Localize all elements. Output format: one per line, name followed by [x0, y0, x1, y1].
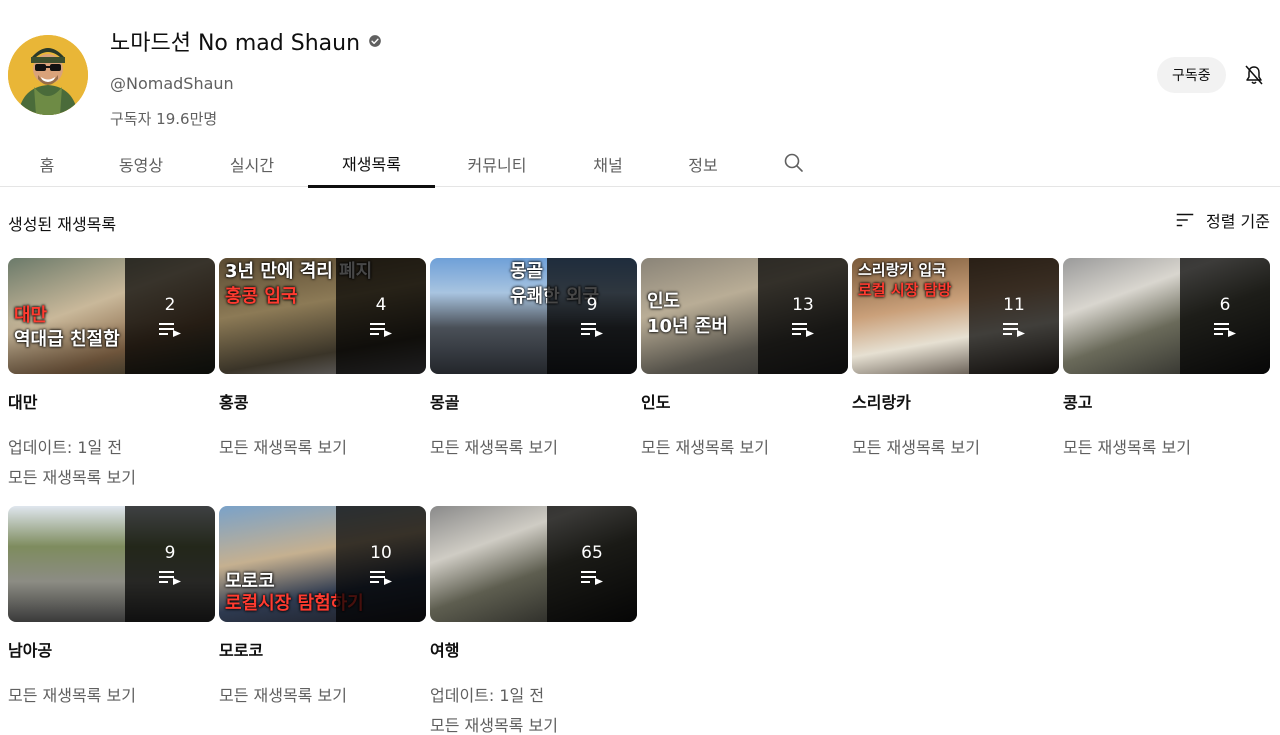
playlist-card-hongkong[interactable]: 3년 만에 격리 폐지 홍콩 입국 4 홍콩 모든 재생목록 보기: [219, 258, 426, 463]
playlist-card-mongolia[interactable]: 몽골 유쾌한 외국 9 몽골 모든 재생목록 보기: [430, 258, 637, 463]
playlist-icon: [159, 571, 181, 585]
playlist-thumbnail[interactable]: 대만 역대급 친절함 2: [8, 258, 215, 374]
playlist-thumbnail[interactable]: 6: [1063, 258, 1270, 374]
view-full-playlist-link[interactable]: 모든 재생목록 보기: [430, 433, 637, 463]
playlist-title[interactable]: 여행: [430, 637, 637, 661]
playlist-title[interactable]: 인도: [641, 389, 848, 413]
view-full-playlist-link[interactable]: 모든 재생목록 보기: [641, 433, 848, 463]
thumb-caption-line2: 홍콩 입국: [225, 286, 298, 307]
video-count: 6: [1219, 295, 1231, 315]
view-full-playlist-link[interactable]: 모든 재생목록 보기: [1063, 433, 1270, 463]
playlist-updated: 업데이트: 1일 전: [430, 686, 545, 705]
playlist-card-srilanka[interactable]: 스리랑카 입국 로컬 시장 탐방 11 스리랑카 모든 재생목록 보기: [852, 258, 1059, 463]
playlist-thumbnail[interactable]: 스리랑카 입국 로컬 시장 탐방 11: [852, 258, 1059, 374]
playlist-count-overlay: 9: [125, 506, 215, 622]
tab-channels[interactable]: 채널: [582, 140, 634, 187]
playlist-count-overlay: 13: [758, 258, 848, 374]
playlist-count-overlay: 11: [969, 258, 1059, 374]
playlist-icon: [581, 571, 603, 585]
tab-videos[interactable]: 동영상: [106, 140, 176, 187]
playlist-title[interactable]: 콩고: [1063, 389, 1270, 413]
playlist-thumbnail[interactable]: 모로코 로컬시장 탐험하기 10: [219, 506, 426, 622]
playlist-title[interactable]: 남아공: [8, 637, 215, 661]
thumb-caption-line1: 스리랑카 입국: [858, 261, 947, 279]
playlist-card-congo[interactable]: 6 콩고 모든 재생목록 보기: [1063, 258, 1270, 463]
bell-off-icon[interactable]: [1242, 63, 1266, 87]
playlist-card-morocco[interactable]: 모로코 로컬시장 탐험하기 10 모로코 모든 재생목록 보기: [219, 506, 426, 711]
playlist-count-overlay: 9: [547, 258, 637, 374]
section-title: 생성된 재생목록: [8, 215, 117, 234]
playlist-icon: [1003, 323, 1025, 337]
view-full-playlist-link[interactable]: 모든 재생목록 보기: [219, 681, 426, 711]
playlist-card-india[interactable]: 인도 10년 존버 13 인도 모든 재생목록 보기: [641, 258, 848, 463]
playlist-icon: [159, 323, 181, 337]
tab-community[interactable]: 커뮤니티: [456, 140, 538, 187]
subscribed-button[interactable]: 구독중: [1157, 57, 1226, 93]
playlist-thumbnail[interactable]: 65: [430, 506, 637, 622]
playlist-thumbnail[interactable]: 인도 10년 존버 13: [641, 258, 848, 374]
playlist-card-travel[interactable]: 65 여행 업데이트: 1일 전 모든 재생목록 보기: [430, 506, 637, 735]
playlist-title[interactable]: 스리랑카: [852, 389, 1059, 413]
channel-tabs: 홈 동영상 실시간 재생목록 커뮤니티 채널 정보: [0, 140, 1280, 188]
channel-handle: @NomadShaun: [110, 74, 234, 93]
playlist-count-overlay: 2: [125, 258, 215, 374]
thumb-caption-line1: 몽골: [510, 261, 544, 282]
channel-avatar[interactable]: [8, 35, 88, 115]
video-count: 65: [581, 543, 603, 563]
channel-name-text: 노마드션 No mad Shaun: [110, 31, 361, 56]
playlist-title[interactable]: 몽골: [430, 389, 637, 413]
view-full-playlist-link[interactable]: 모든 재생목록 보기: [430, 711, 637, 735]
thumb-caption-line1: 모로코: [225, 571, 275, 592]
channel-name: 노마드션 No mad Shaun: [110, 25, 382, 57]
thumb-caption-line2: 역대급 친절함: [14, 329, 120, 350]
tab-playlists[interactable]: 재생목록: [308, 140, 435, 188]
tab-live[interactable]: 실시간: [217, 140, 287, 187]
avatar-image: [8, 35, 88, 115]
tab-home[interactable]: 홈: [26, 140, 68, 187]
view-full-playlist-link[interactable]: 모든 재생목록 보기: [219, 433, 426, 463]
video-count: 11: [1003, 295, 1025, 315]
thumb-caption-line1: 인도: [647, 291, 681, 312]
sort-label: 정렬 기준: [1206, 212, 1270, 231]
verified-icon: [369, 35, 381, 47]
thumb-caption-line2: 로컬 시장 탐방: [858, 281, 952, 299]
playlist-count-overlay: 4: [336, 258, 426, 374]
search-icon[interactable]: [782, 151, 806, 175]
thumb-caption-line1: 대만: [14, 305, 48, 326]
video-count: 10: [370, 543, 392, 563]
playlist-card-southafrica[interactable]: 9 남아공 모든 재생목록 보기: [8, 506, 215, 711]
sort-icon: [1176, 213, 1194, 227]
playlist-icon: [370, 323, 392, 337]
playlist-title[interactable]: 대만: [8, 389, 215, 413]
playlist-count-overlay: 10: [336, 506, 426, 622]
subscriber-count: 구독자 19.6만명: [110, 110, 218, 128]
view-full-playlist-link[interactable]: 모든 재생목록 보기: [852, 433, 1059, 463]
playlist-card-taiwan[interactable]: 대만 역대급 친절함 2 대만 업데이트: 1일 전 모든 재생목록 보기: [8, 258, 215, 493]
video-count: 2: [164, 295, 176, 315]
playlist-count-overlay: 6: [1180, 258, 1270, 374]
sort-button[interactable]: 정렬 기준: [1174, 208, 1270, 232]
playlist-icon: [370, 571, 392, 585]
video-count: 13: [792, 295, 814, 315]
playlist-icon: [1214, 323, 1236, 337]
playlist-updated: 업데이트: 1일 전: [8, 438, 123, 457]
playlist-icon: [792, 323, 814, 337]
tab-about[interactable]: 정보: [677, 140, 729, 187]
playlist-title[interactable]: 홍콩: [219, 389, 426, 413]
playlist-thumbnail[interactable]: 9: [8, 506, 215, 622]
view-full-playlist-link[interactable]: 모든 재생목록 보기: [8, 463, 215, 493]
view-full-playlist-link[interactable]: 모든 재생목록 보기: [8, 681, 215, 711]
playlist-thumbnail[interactable]: 몽골 유쾌한 외국 9: [430, 258, 637, 374]
playlist-thumbnail[interactable]: 3년 만에 격리 폐지 홍콩 입국 4: [219, 258, 426, 374]
playlist-title[interactable]: 모로코: [219, 637, 426, 661]
video-count: 9: [586, 295, 598, 315]
thumb-caption-line2: 10년 존버: [647, 316, 728, 337]
video-count: 9: [164, 543, 176, 563]
video-count: 4: [375, 295, 387, 315]
playlist-icon: [581, 323, 603, 337]
playlist-count-overlay: 65: [547, 506, 637, 622]
